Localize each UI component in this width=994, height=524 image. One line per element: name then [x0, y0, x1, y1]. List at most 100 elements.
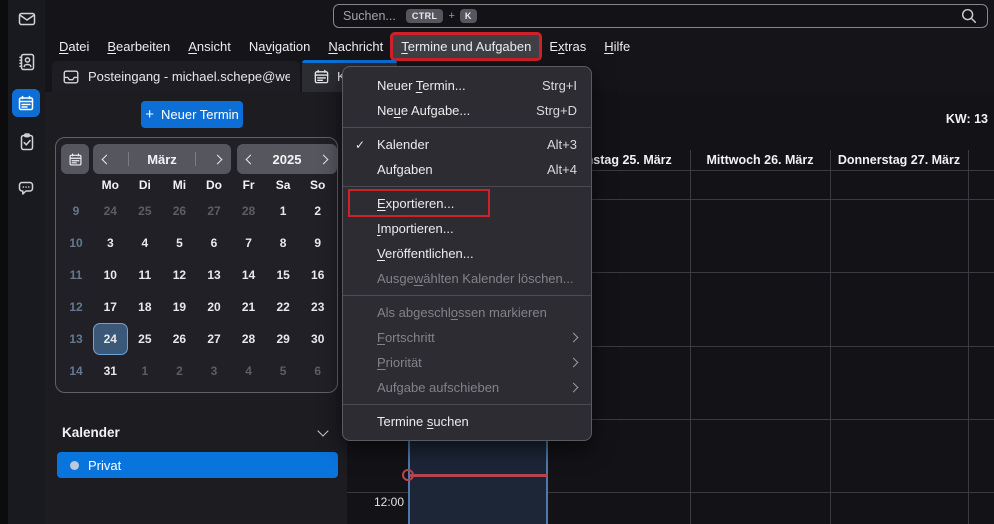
- space-address-book-button[interactable]: [16, 51, 37, 72]
- menu-separator: [343, 291, 591, 300]
- next-month-chevron-icon[interactable]: [213, 154, 223, 164]
- minimonth-date[interactable]: 14: [231, 259, 266, 291]
- minimonth-date[interactable]: 27: [197, 323, 232, 355]
- minimonth-date[interactable]: 19: [162, 291, 197, 323]
- previous-month-chevron-icon[interactable]: [102, 154, 112, 164]
- minimonth-date[interactable]: 10: [93, 259, 128, 291]
- menubar-item-ansicht[interactable]: Ansicht: [180, 35, 239, 58]
- calendar-list-header[interactable]: Kalender: [62, 423, 333, 441]
- submenu-arrow-icon: [569, 383, 579, 393]
- minimonth-date[interactable]: 2: [162, 355, 197, 387]
- menu-item-ausgew-hlten-kalender-l-schen: Ausgewählten Kalender löschen...: [343, 266, 591, 291]
- minimonth-date[interactable]: 5: [266, 355, 301, 387]
- space-chat-button[interactable]: [16, 177, 37, 198]
- menu-item-label: Aufgabe aufschieben: [377, 380, 570, 395]
- minimonth-date[interactable]: 31: [93, 355, 128, 387]
- week-number: 12: [59, 291, 93, 323]
- minimonth-date[interactable]: 29: [266, 323, 301, 355]
- menu-item-label: Importieren...: [377, 221, 577, 236]
- space-mail-button[interactable]: [16, 8, 37, 29]
- minimonth-date[interactable]: 3: [93, 227, 128, 259]
- minimonth-date[interactable]: 13: [197, 259, 232, 291]
- submenu-arrow-icon: [569, 333, 579, 343]
- new-event-button[interactable]: + Neuer Termin: [141, 101, 243, 128]
- minimonth-date[interactable]: 28: [231, 323, 266, 355]
- minimonth-month-nav: März: [93, 144, 231, 174]
- menubar-item-termine-und-aufgaben[interactable]: Termine und Aufgaben: [393, 35, 539, 58]
- menubar-item-datei[interactable]: Datei: [51, 35, 97, 58]
- minimonth-date[interactable]: 17: [93, 291, 128, 323]
- chat-icon: [17, 178, 37, 198]
- calendar-left-panel: + Neuer Termin März 2025: [45, 92, 347, 524]
- minimonth-date[interactable]: 9: [300, 227, 335, 259]
- menubar-item-bearbeiten[interactable]: Bearbeiten: [99, 35, 178, 58]
- minimonth-date[interactable]: 2: [300, 195, 335, 227]
- next-year-chevron-icon[interactable]: [319, 154, 329, 164]
- minimonth-date[interactable]: 16: [300, 259, 335, 291]
- minimonth-date[interactable]: 7: [231, 227, 266, 259]
- minimonth-date[interactable]: 18: [128, 291, 163, 323]
- menu-item-aufgabe-aufschieben: Aufgabe aufschieben: [343, 375, 591, 400]
- menu-item-exportieren[interactable]: Exportieren...: [343, 191, 591, 216]
- minimonth-date[interactable]: 23: [300, 291, 335, 323]
- minimonth-date[interactable]: 25: [128, 195, 163, 227]
- menubar-item-hilfe[interactable]: Hilfe: [596, 35, 638, 58]
- day-header-mittwoch[interactable]: Mittwoch 26. März: [690, 150, 830, 170]
- weekday-label: Sa: [266, 176, 301, 194]
- current-time-line: [410, 474, 548, 477]
- minimonth-date[interactable]: 26: [162, 323, 197, 355]
- minimonth-date[interactable]: 26: [162, 195, 197, 227]
- minimonth-date[interactable]: 1: [128, 355, 163, 387]
- menubar-item-navigation[interactable]: Navigation: [241, 35, 318, 58]
- menu-item-aufgaben[interactable]: AufgabenAlt+4: [343, 157, 591, 182]
- spaces-toolbar: [8, 0, 45, 524]
- thunderbird-window: Suchen... CTRL + K DateiBearbeitenAnsich…: [0, 0, 994, 524]
- menu-separator: [343, 400, 591, 409]
- events-and-tasks-menu-popup: Neuer Termin...Strg+INeue Aufgabe...Strg…: [342, 66, 592, 441]
- minimonth-date[interactable]: 25: [128, 323, 163, 355]
- search-placeholder: Suchen...: [343, 9, 396, 23]
- menubar-item-nachricht[interactable]: Nachricht: [320, 35, 391, 58]
- minimonth-date[interactable]: 24: [93, 195, 128, 227]
- minimonth-date[interactable]: 27: [197, 195, 232, 227]
- menu-item-neue-aufgabe[interactable]: Neue Aufgabe...Strg+D: [343, 98, 591, 123]
- minimonth-date[interactable]: 28: [231, 195, 266, 227]
- minimonth-date[interactable]: 4: [231, 355, 266, 387]
- minimonth-date[interactable]: 6: [300, 355, 335, 387]
- minimonth-date[interactable]: 3: [197, 355, 232, 387]
- calendar-list-item-privat[interactable]: Privat: [57, 452, 338, 478]
- menu-item-importieren[interactable]: Importieren...: [343, 216, 591, 241]
- day-header-donnerstag[interactable]: Donnerstag 27. März: [830, 150, 968, 170]
- calendar-tab-icon: [313, 68, 330, 85]
- minimonth-date[interactable]: 6: [197, 227, 232, 259]
- minimonth-date[interactable]: 15: [266, 259, 301, 291]
- minimonth-date[interactable]: 30: [300, 323, 335, 355]
- menu-item-termine-suchen[interactable]: Termine suchen: [343, 409, 591, 434]
- minimonth-date[interactable]: 4: [128, 227, 163, 259]
- checkmark-icon: ✓: [343, 138, 377, 152]
- minimonth-date[interactable]: 8: [266, 227, 301, 259]
- space-tasks-button[interactable]: [16, 131, 37, 152]
- previous-year-chevron-icon[interactable]: [246, 154, 256, 164]
- minimonth-date[interactable]: 22: [266, 291, 301, 323]
- time-axis-label: 12:00: [347, 495, 404, 509]
- minimonth-date[interactable]: 20: [197, 291, 232, 323]
- menubar-item-extras[interactable]: Extras: [541, 35, 594, 58]
- menu-item-label: Termine suchen: [377, 414, 577, 429]
- space-calendar-button-selected[interactable]: [12, 89, 40, 117]
- minimonth-date[interactable]: 12: [162, 259, 197, 291]
- menu-item-neuer-termin[interactable]: Neuer Termin...Strg+I: [343, 73, 591, 98]
- menu-item-kalender[interactable]: ✓KalenderAlt+3: [343, 132, 591, 157]
- menu-item-shortcut: Alt+4: [547, 162, 577, 177]
- minimonth-date[interactable]: 5: [162, 227, 197, 259]
- menu-item-priorit-t: Priorität: [343, 350, 591, 375]
- minimonth-date[interactable]: 1: [266, 195, 301, 227]
- global-search-input[interactable]: Suchen... CTRL + K: [333, 4, 988, 28]
- minimonth-date[interactable]: 11: [128, 259, 163, 291]
- tab-inbox[interactable]: Posteingang - michael.schepe@web.de: [52, 61, 300, 92]
- submenu-arrow-icon: [569, 358, 579, 368]
- minimonth-date[interactable]: 21: [231, 291, 266, 323]
- menu-item-ver-ffentlichen[interactable]: Veröffentlichen...: [343, 241, 591, 266]
- minimonth-selected-date[interactable]: 24: [93, 323, 128, 355]
- minimonth-today-button[interactable]: [61, 144, 89, 174]
